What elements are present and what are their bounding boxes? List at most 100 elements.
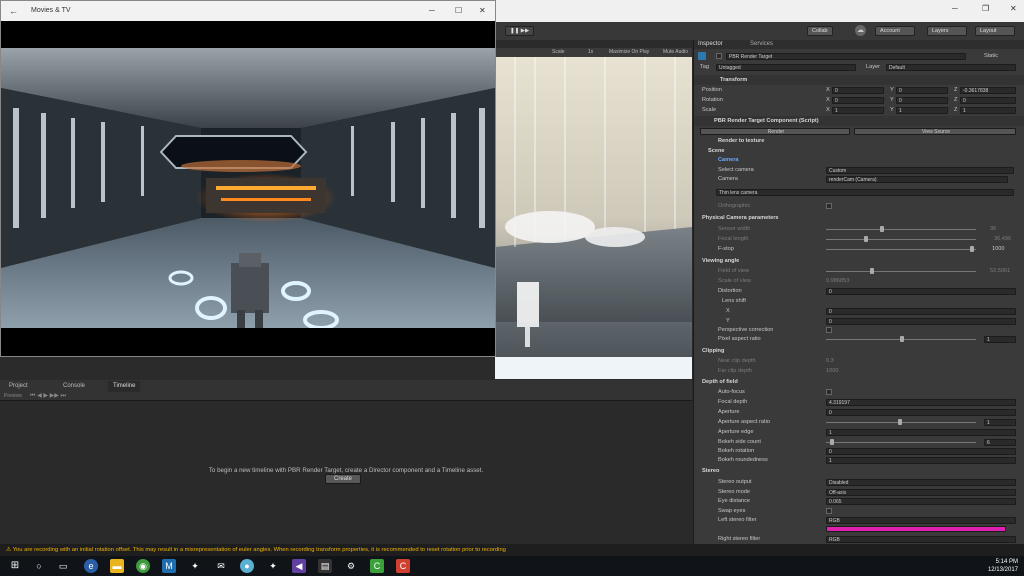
task-view-icon[interactable]: ▭ (56, 559, 70, 573)
scale-y[interactable]: 1 (896, 106, 948, 114)
pixel-aspect-field[interactable]: 1 (984, 335, 1016, 343)
account-dropdown[interactable]: Account (875, 26, 915, 36)
focal-length-knob[interactable] (864, 236, 868, 242)
right-filter-dropdown[interactable]: RGB (826, 535, 1016, 543)
position-z[interactable]: -0.3617838 (960, 86, 1016, 94)
focal-depth-field[interactable]: 4.319197 (826, 398, 1016, 406)
fov-value[interactable]: 52.5061 (990, 266, 1010, 276)
stereo-mode-dropdown[interactable]: Off-axis (826, 488, 1016, 496)
shift-y-field[interactable]: 0 (826, 317, 1016, 325)
back-arrow-icon[interactable]: ← (9, 1, 18, 21)
file-explorer-icon[interactable]: ▬ (110, 559, 124, 573)
object-name-field[interactable]: PBR Render Target (726, 52, 966, 60)
close-icon[interactable]: ✕ (1010, 4, 1017, 13)
pixel-aspect-knob[interactable] (900, 336, 904, 342)
swap-eyes-checkbox[interactable] (826, 508, 832, 514)
distortion-field[interactable]: 0 (826, 287, 1016, 295)
collab-button[interactable]: Collab (807, 26, 833, 36)
near-clip-value[interactable]: 0.3 (826, 356, 834, 366)
rotation-y[interactable]: 0 (896, 96, 948, 104)
scale-z[interactable]: 1 (960, 106, 1016, 114)
tab-services[interactable]: Services (750, 41, 773, 47)
chrome-icon[interactable]: ◉ (136, 559, 150, 573)
fstop-knob[interactable] (970, 246, 974, 252)
sensor-width-value[interactable]: 36 (990, 224, 996, 234)
fstop-slider[interactable] (826, 249, 976, 250)
shift-x-field[interactable]: 0 (826, 307, 1016, 315)
bokeh-side-field[interactable]: 6 (984, 438, 1016, 446)
minimize-icon[interactable]: ─ (952, 4, 958, 13)
aperture-aspect-knob[interactable] (898, 419, 902, 425)
status-warning[interactable]: ⚠ You are recording with an initial rota… (0, 544, 1024, 556)
movies-tv-icon[interactable]: ▤ (318, 559, 332, 573)
windows-start-icon[interactable]: ⊞ (8, 559, 22, 573)
view-source-button[interactable]: View Source (854, 127, 1016, 135)
mail-icon[interactable]: ✉ (214, 559, 228, 573)
tab-timeline[interactable]: Timeline (108, 381, 141, 392)
static-toggle[interactable]: Static (984, 51, 998, 61)
game-view[interactable] (495, 57, 692, 379)
layers-dropdown[interactable]: Layers (927, 26, 967, 36)
bokeh-side-slider[interactable] (826, 442, 976, 443)
mute-audio-toggle[interactable]: Mute Audio (663, 49, 688, 55)
maximize-icon[interactable]: ☐ (455, 1, 462, 21)
fov-knob[interactable] (870, 268, 874, 274)
sensor-width-slider[interactable] (826, 229, 976, 230)
playback-controls-icon[interactable]: ⏮ ◀ ▶ ▶▶ ⏭ (30, 392, 66, 400)
eye-distance-field[interactable]: 0.065 (826, 497, 1016, 505)
fov-slider[interactable] (826, 271, 976, 272)
maximize-on-play-toggle[interactable]: Maximize On Play (609, 49, 649, 55)
settings-gear-icon[interactable]: ⚙ (344, 559, 358, 573)
close-icon[interactable]: ✕ (479, 1, 486, 21)
left-filter-color-swatch[interactable] (826, 526, 1006, 532)
tab-console[interactable]: Console (58, 381, 90, 392)
bokeh-roundedness-field[interactable]: 1 (826, 456, 1016, 464)
aperture-field[interactable]: 0 (826, 408, 1016, 416)
orthographic-checkbox[interactable] (826, 203, 832, 209)
perspective-checkbox[interactable] (826, 327, 832, 333)
auto-focus-checkbox[interactable] (826, 389, 832, 395)
scale-x[interactable]: 1 (832, 106, 884, 114)
camera-foldout[interactable]: Camera (694, 155, 1024, 165)
tab-inspector[interactable]: Inspector (698, 41, 723, 47)
camera-object-field[interactable]: renderCam (Camera) (826, 175, 1008, 183)
active-checkbox[interactable] (716, 53, 722, 59)
restore-icon[interactable]: ❐ (982, 4, 989, 13)
focal-length-value[interactable]: 36.496 (994, 234, 1011, 244)
search-icon[interactable]: ○ (32, 559, 46, 573)
app-green-icon[interactable]: C (370, 559, 384, 573)
bokeh-side-knob[interactable] (830, 439, 834, 445)
left-filter-dropdown[interactable]: RGB (826, 516, 1016, 524)
visual-studio-icon[interactable]: ◀ (292, 559, 306, 573)
unity-icon[interactable]: ✦ (188, 559, 202, 573)
position-x[interactable]: 0 (832, 86, 884, 94)
browser-icon[interactable]: e (84, 559, 98, 573)
aperture-aspect-field[interactable]: 1 (984, 418, 1016, 426)
cloud-icon[interactable]: ☁ (855, 25, 866, 36)
fstop-value[interactable]: 1000 (992, 244, 1004, 254)
thin-lens-dropdown[interactable]: Thin lens camera (716, 188, 1014, 196)
rotation-z[interactable]: 0 (960, 96, 1016, 104)
unity-2-icon[interactable]: ✦ (266, 559, 280, 573)
minimize-icon[interactable]: ─ (429, 1, 435, 21)
rotation-x[interactable]: 0 (832, 96, 884, 104)
transform-header[interactable]: Transform (694, 75, 1024, 85)
layout-dropdown[interactable]: Layout (975, 26, 1015, 36)
create-button[interactable]: Create (325, 474, 361, 484)
app-red-icon[interactable]: C (396, 559, 410, 573)
app-m-icon[interactable]: M (162, 559, 176, 573)
bokeh-rotation-field[interactable]: 0 (826, 447, 1016, 455)
position-y[interactable]: 0 (896, 86, 948, 94)
far-clip-value[interactable]: 1000 (826, 366, 838, 376)
focal-length-slider[interactable] (826, 239, 976, 240)
tab-project[interactable]: Project (4, 381, 33, 392)
system-clock[interactable]: 5:14 PM 12/13/2017 (988, 558, 1018, 574)
scale-of-view-value[interactable]: 0.986853 (826, 276, 849, 286)
aperture-edge-field[interactable]: 1 (826, 428, 1016, 436)
render-to-texture-row[interactable]: Render to texture (694, 136, 1024, 146)
component-header[interactable]: PBR Render Target Component (Script) (694, 116, 1024, 126)
app-circle-icon[interactable]: ● (240, 559, 254, 573)
tag-dropdown[interactable]: Untagged (716, 63, 856, 71)
play-controls[interactable]: ❚❚ ▶▶ (505, 26, 535, 36)
stereo-output-dropdown[interactable]: Disabled (826, 478, 1016, 486)
